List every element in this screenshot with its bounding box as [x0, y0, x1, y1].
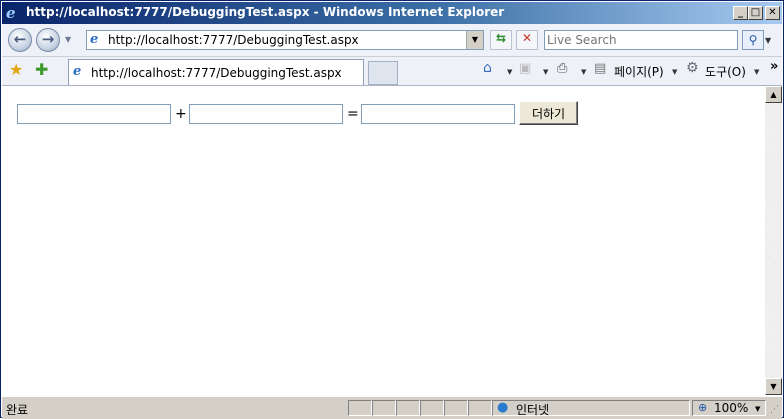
stop-button[interactable]: ✕ — [516, 30, 538, 50]
second-number-input[interactable] — [189, 104, 343, 124]
status-pane — [348, 400, 372, 416]
globe-icon: ● — [497, 400, 509, 415]
scroll-down-icon[interactable]: ▼ — [765, 378, 782, 395]
equals-sign: = — [347, 106, 359, 122]
status-pane — [444, 400, 468, 416]
tools-dropdown-icon[interactable]: ▼ — [754, 68, 759, 76]
ie-logo-icon: e — [6, 4, 16, 22]
add-favorites-icon[interactable]: ✚ — [35, 61, 48, 79]
status-text: 완료 — [6, 403, 29, 417]
page-menu-icon: ▤ — [594, 61, 607, 76]
tab-current[interactable]: e http://localhost:7777/DebuggingTest.as… — [68, 59, 364, 85]
tools-gear-icon: ⚙ — [686, 60, 699, 76]
status-bar: 완료 ● 인터넷 ⊕ 100% ▼ ⋰ — [2, 396, 782, 419]
status-pane — [396, 400, 420, 416]
tab-label: http://localhost:7777/DebuggingTest.aspx — [91, 66, 342, 80]
stop-icon: ✕ — [521, 31, 533, 45]
forward-button[interactable]: → — [36, 28, 60, 52]
navigation-toolbar: ← → ▼ e http://localhost:7777/DebuggingT… — [2, 24, 782, 57]
scroll-up-icon[interactable]: ▲ — [765, 86, 782, 103]
back-button[interactable]: ← — [8, 28, 32, 52]
home-icon[interactable]: ⌂ — [483, 60, 492, 76]
resize-grip-icon[interactable]: ⋰ — [770, 405, 779, 415]
first-number-input[interactable] — [17, 104, 171, 124]
address-dropdown-icon[interactable]: ▼ — [466, 31, 483, 49]
refresh-button[interactable]: ⇆ — [490, 30, 512, 50]
status-pane — [372, 400, 396, 416]
feeds-icon[interactable]: ▣ — [519, 61, 531, 76]
result-input[interactable] — [361, 104, 515, 124]
favorites-star-icon[interactable]: ★ — [9, 61, 23, 79]
new-tab-button[interactable] — [368, 61, 398, 85]
minimize-button[interactable]: _ — [733, 6, 748, 20]
page-menu[interactable]: 페이지(P) — [614, 63, 664, 80]
plus-sign: + — [175, 106, 187, 122]
window-title: http://localhost:7777/DebuggingTest.aspx… — [26, 5, 505, 19]
zoom-dropdown-icon[interactable]: ▼ — [755, 405, 760, 413]
address-url[interactable]: http://localhost:7777/DebuggingTest.aspx — [108, 33, 359, 47]
page-icon: e — [73, 64, 82, 79]
tools-menu[interactable]: 도구(O) — [705, 63, 746, 80]
address-bar[interactable]: e http://localhost:7777/DebuggingTest.as… — [86, 30, 484, 50]
refresh-icon: ⇆ — [495, 31, 507, 45]
feeds-dropdown-icon[interactable]: ▼ — [543, 68, 548, 76]
print-dropdown-icon[interactable]: ▼ — [581, 68, 586, 76]
forward-icon: → — [41, 30, 55, 48]
search-icon: ⚲ — [748, 33, 758, 47]
search-box[interactable] — [544, 30, 738, 50]
zoom-level[interactable]: 100% — [714, 401, 748, 415]
status-pane — [420, 400, 444, 416]
tab-toolbar: ★ ✚ e http://localhost:7777/DebuggingTes… — [2, 57, 782, 86]
maximize-button[interactable]: □ — [748, 6, 763, 20]
title-bar: e http://localhost:7777/DebuggingTest.as… — [2, 2, 782, 24]
close-button[interactable]: ✕ — [765, 6, 780, 20]
zoom-icon[interactable]: ⊕ — [698, 401, 707, 414]
more-commands-icon[interactable]: » — [770, 59, 778, 74]
page-content: + = 더하기 — [6, 86, 765, 395]
print-icon[interactable]: ⎙ — [557, 61, 567, 76]
browser-window: e http://localhost:7777/DebuggingTest.as… — [0, 0, 784, 419]
back-icon: ← — [13, 30, 27, 48]
search-button[interactable]: ⚲ — [742, 30, 764, 50]
search-options-icon[interactable]: ▼ — [765, 36, 771, 45]
add-button[interactable]: 더하기 — [519, 101, 578, 125]
page-icon: e — [90, 32, 99, 47]
history-dropdown-icon[interactable]: ▼ — [65, 35, 71, 44]
vertical-scrollbar[interactable]: ▲ ▼ — [765, 86, 782, 395]
home-dropdown-icon[interactable]: ▼ — [507, 68, 512, 76]
security-zone: 인터넷 — [516, 403, 550, 417]
search-input[interactable] — [547, 32, 735, 48]
status-pane — [468, 400, 492, 416]
page-dropdown-icon[interactable]: ▼ — [672, 68, 677, 76]
